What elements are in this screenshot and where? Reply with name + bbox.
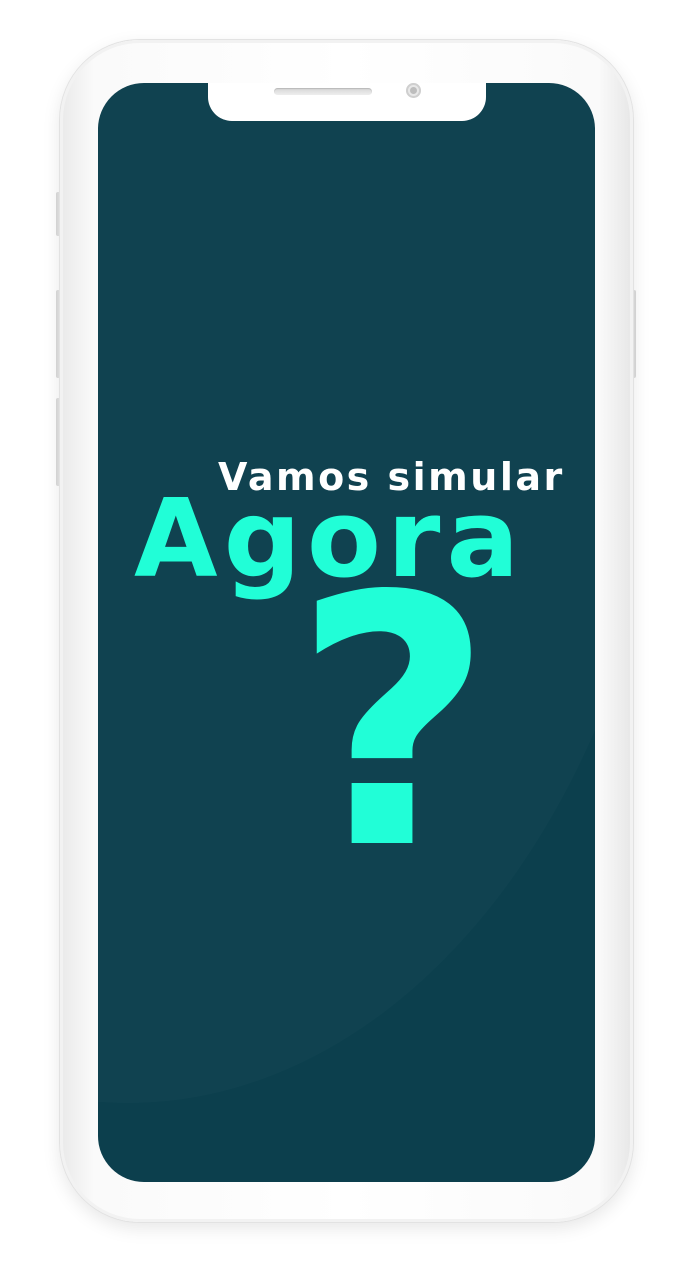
mockup-stage: Vamos simular Agora ?	[0, 0, 693, 1261]
notch	[208, 83, 486, 121]
speaker-grille	[274, 88, 372, 95]
front-camera-icon	[406, 83, 421, 98]
phone-screen: Vamos simular Agora ?	[98, 83, 595, 1182]
question-mark-glyph: ?	[293, 524, 494, 925]
